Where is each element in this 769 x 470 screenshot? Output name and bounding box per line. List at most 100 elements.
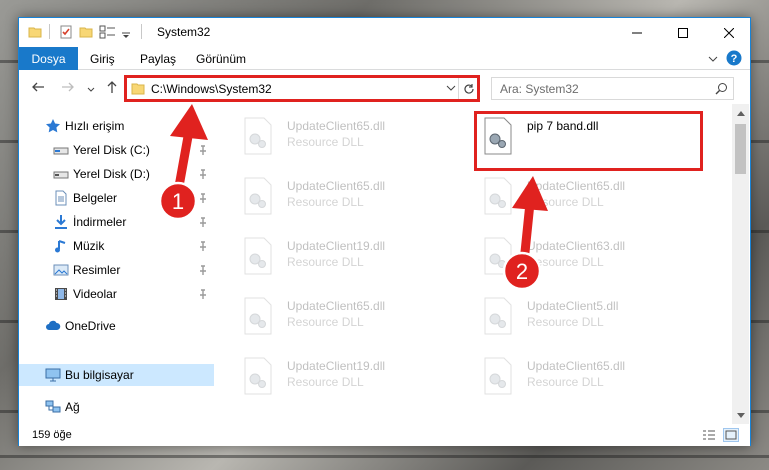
svg-text:?: ? — [731, 53, 738, 65]
scroll-down-button[interactable] — [732, 407, 749, 424]
nav-item-onedrive[interactable]: OneDrive — [19, 315, 214, 337]
help-icon[interactable]: ? — [726, 50, 742, 69]
cloud-icon — [45, 318, 61, 334]
pictures-icon — [53, 262, 69, 278]
search-input[interactable]: Ara: System32 — [491, 77, 734, 100]
dll-file-icon — [483, 297, 513, 338]
dll-file-icon — [243, 297, 273, 338]
nav-item-quick-access[interactable]: Hızlı erişim — [19, 115, 214, 137]
nav-item-label: Videolar — [73, 287, 117, 301]
nav-item-local-disk-d[interactable]: Yerel Disk (D:) — [19, 163, 214, 185]
back-button[interactable] — [31, 80, 45, 97]
file-tile[interactable]: UpdateClient65.dll Resource DLL — [239, 114, 469, 160]
scrollbar-thumb[interactable] — [735, 124, 746, 174]
star-icon — [45, 118, 61, 134]
nav-item-videos[interactable]: Videolar — [19, 283, 214, 305]
file-type: Resource DLL — [287, 255, 364, 269]
file-name: UpdateClient65.dll — [287, 299, 386, 313]
forward-button[interactable] — [61, 80, 75, 97]
nav-item-label: Yerel Disk (C:) — [73, 143, 150, 157]
nav-item-label: Hızlı erişim — [65, 119, 125, 133]
dll-file-icon — [483, 177, 513, 218]
nav-item-label: OneDrive — [65, 319, 116, 333]
music-icon — [53, 238, 69, 254]
file-tile[interactable]: UpdateClient65.dll Resource DLL — [479, 174, 709, 220]
title-separator — [141, 24, 142, 39]
pin-icon — [198, 192, 208, 206]
dll-file-icon — [483, 237, 513, 278]
nav-item-pictures[interactable]: Resimler — [19, 259, 214, 281]
file-name: UpdateClient65.dll — [287, 179, 386, 193]
video-icon — [53, 286, 69, 302]
nav-item-label: İndirmeler — [73, 215, 127, 229]
file-tile[interactable]: UpdateClient19.dll Resource DLL — [239, 234, 469, 280]
tab-view[interactable]: Görünüm — [196, 52, 246, 66]
file-name: UpdateClient65.dll — [527, 359, 626, 373]
vertical-scrollbar[interactable] — [732, 104, 749, 424]
pin-icon — [198, 288, 208, 302]
file-tile[interactable]: UpdateClient65.dll Resource DLL — [479, 354, 709, 400]
pin-icon — [198, 264, 208, 278]
file-tile[interactable]: UpdateClient19.dll Resource DLL — [239, 354, 469, 400]
file-name: UpdateClient65.dll — [287, 119, 386, 133]
dll-file-icon — [243, 117, 273, 158]
file-type: Resource DLL — [527, 255, 604, 269]
nav-item-label: Yerel Disk (D:) — [73, 167, 150, 181]
up-button[interactable] — [105, 80, 119, 97]
drive-icon — [53, 166, 69, 182]
tiles-view-icon[interactable] — [723, 428, 739, 442]
file-name: UpdateClient19.dll — [287, 359, 386, 373]
file-type: Resource DLL — [287, 135, 364, 149]
tab-file[interactable]: Dosya — [19, 47, 78, 70]
close-button[interactable] — [706, 18, 752, 47]
nav-item-label: Resimler — [73, 263, 121, 277]
pin-icon — [198, 168, 208, 182]
window-title: System32 — [157, 25, 211, 39]
maximize-button[interactable] — [660, 18, 706, 47]
nav-item-network[interactable]: Ağ — [19, 396, 214, 418]
nav-item-this-pc[interactable]: Bu bilgisayar — [19, 364, 214, 386]
nav-item-documents[interactable]: Belgeler — [19, 187, 214, 209]
download-icon — [53, 214, 69, 230]
file-type: Resource DLL — [287, 375, 364, 389]
file-type: Resource DLL — [527, 195, 604, 209]
chevron-down-icon[interactable] — [121, 27, 131, 41]
item-count: 159 öğe — [32, 429, 72, 441]
navigation-pane: Hızlı erişim Yerel Disk (C:) Yerel Disk … — [19, 104, 214, 424]
status-bar: 159 öğe — [19, 424, 750, 446]
file-highlight — [474, 111, 703, 171]
quick-access-toolbar-icon[interactable] — [99, 25, 117, 42]
tab-share[interactable]: Paylaş — [140, 52, 176, 66]
dll-file-icon — [243, 237, 273, 278]
recent-locations-icon[interactable] — [87, 83, 95, 97]
title-bar: System32 — [19, 18, 750, 47]
pin-icon — [198, 216, 208, 230]
file-tile[interactable]: UpdateClient65.dll Resource DLL — [239, 294, 469, 340]
file-tile[interactable]: UpdateClient63.dll Resource DLL — [479, 234, 709, 280]
title-separator — [49, 24, 50, 39]
address-bar-highlight — [124, 75, 480, 102]
nav-item-local-disk-c[interactable]: Yerel Disk (C:) — [19, 139, 214, 161]
file-type: Resource DLL — [527, 375, 604, 389]
dll-file-icon — [243, 177, 273, 218]
nav-item-downloads[interactable]: İndirmeler — [19, 211, 214, 233]
minimize-button[interactable] — [614, 18, 660, 47]
drive-icon — [53, 142, 69, 158]
properties-icon[interactable] — [59, 25, 73, 42]
file-tile[interactable]: UpdateClient65.dll Resource DLL — [239, 174, 469, 220]
details-view-icon[interactable] — [701, 428, 717, 442]
new-folder-icon[interactable] — [79, 25, 93, 42]
nav-item-label: Bu bilgisayar — [65, 368, 134, 382]
scroll-up-button[interactable] — [732, 104, 749, 121]
network-icon — [45, 399, 61, 415]
file-name: UpdateClient63.dll — [527, 239, 626, 253]
file-type: Resource DLL — [527, 315, 604, 329]
file-type: Resource DLL — [287, 195, 364, 209]
document-icon — [53, 190, 69, 206]
nav-item-music[interactable]: Müzik — [19, 235, 214, 257]
file-tile[interactable]: UpdateClient5.dll Resource DLL — [479, 294, 709, 340]
expand-ribbon-icon[interactable] — [708, 53, 718, 67]
tab-home[interactable]: Giriş — [90, 52, 115, 66]
file-name: UpdateClient19.dll — [287, 239, 386, 253]
search-icon[interactable] — [715, 82, 728, 98]
